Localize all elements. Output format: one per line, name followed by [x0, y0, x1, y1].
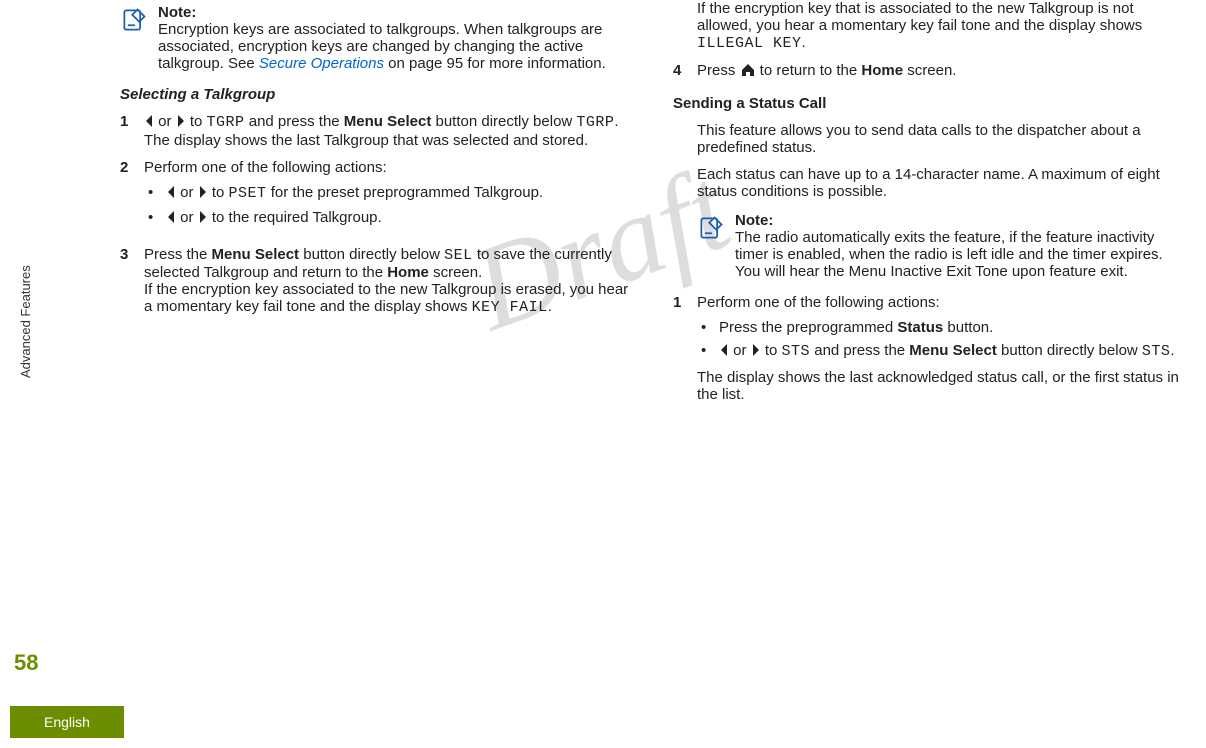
left-arrow-icon — [166, 185, 176, 203]
left-arrow-icon — [719, 343, 729, 361]
subhead-sending-status-call: Sending a Status Call — [673, 95, 1186, 112]
status-label: Status — [897, 319, 943, 336]
home-icon — [740, 63, 756, 81]
text: . — [614, 113, 618, 130]
text: Press — [697, 62, 740, 79]
text: . — [802, 34, 806, 51]
note-body: Note: The radio automatically exits the … — [735, 212, 1186, 280]
step-body: Perform one of the following actions: or… — [144, 159, 633, 236]
note-text: The radio automatically exits the featur… — [735, 229, 1163, 280]
note-text-2: on page 95 for more information. — [384, 55, 606, 72]
left-column: Note: Encryption keys are associated to … — [120, 0, 633, 688]
step-text: Perform one of the following actions: — [697, 294, 1186, 311]
step-1-status: 1 Perform one of the following actions: … — [673, 294, 1186, 403]
step-result: The display shows the last acknowledged … — [697, 369, 1186, 403]
list-item: or to the required Talkgroup. — [148, 209, 633, 228]
step-text: Perform one of the following actions: — [144, 159, 633, 176]
paragraph: Each status can have up to a 14-characte… — [697, 166, 1186, 200]
note-title: Note: — [735, 212, 773, 229]
note-block: Note: The radio automatically exits the … — [697, 212, 1186, 280]
step-number: 1 — [673, 294, 687, 403]
pset-label: PSET — [229, 185, 267, 202]
right-column: If the encryption key that is associated… — [673, 0, 1186, 688]
step-body: Press the Menu Select button directly be… — [144, 246, 633, 316]
right-arrow-icon — [198, 210, 208, 228]
home-label: Home — [861, 62, 903, 79]
illegal-key-label: ILLEGAL KEY — [697, 35, 802, 52]
right-arrow-icon — [751, 343, 761, 361]
bullet-list: or to PSET for the preset preprogrammed … — [144, 184, 633, 228]
text: screen. — [903, 62, 956, 79]
text: Press the — [144, 246, 212, 263]
text: If the encryption key associated to the … — [144, 281, 628, 315]
secure-operations-link[interactable]: Secure Operations — [259, 55, 384, 72]
text: to the required Talkgroup. — [208, 209, 382, 226]
text: to — [208, 184, 229, 201]
text: or — [176, 184, 198, 201]
menu-select-label: Menu Select — [212, 246, 300, 263]
text: or — [154, 113, 176, 130]
step-body: Press to return to the Home screen. — [697, 62, 1186, 81]
step-number: 3 — [120, 246, 134, 316]
sts-label: STS — [1142, 343, 1171, 360]
step-3: 3 Press the Menu Select button directly … — [120, 246, 633, 316]
tgrp-label: TGRP — [576, 114, 614, 131]
text: button. — [943, 319, 993, 336]
text: and press the — [810, 342, 909, 359]
step-4: 4 Press to return to the Home screen. — [673, 62, 1186, 81]
step-2: 2 Perform one of the following actions: … — [120, 159, 633, 236]
text: to return to the — [756, 62, 862, 79]
left-arrow-icon — [144, 114, 154, 132]
list-item: or to PSET for the preset preprogrammed … — [148, 184, 633, 203]
key-fail-label: KEY FAIL — [472, 299, 548, 316]
left-arrow-icon — [166, 210, 176, 228]
language-tab: English — [10, 706, 124, 738]
text: Press the preprogrammed — [719, 319, 897, 336]
text: If the encryption key that is associated… — [697, 0, 1142, 34]
text: screen. — [429, 264, 482, 281]
text: button directly below — [299, 246, 444, 263]
menu-select-label: Menu Select — [344, 113, 432, 130]
text: . — [548, 298, 552, 315]
text: or — [729, 342, 751, 359]
note-icon — [697, 214, 725, 242]
right-arrow-icon — [176, 114, 186, 132]
sel-label: SEL — [444, 247, 473, 264]
step-3-continued: If the encryption key that is associated… — [697, 0, 1186, 52]
step-body: or to TGRP and press the Menu Select but… — [144, 113, 633, 149]
note-block: Note: Encryption keys are associated to … — [120, 4, 633, 72]
home-label: Home — [387, 264, 429, 281]
page-number: 58 — [14, 650, 38, 676]
section-tab: Advanced Features — [18, 265, 33, 378]
step-number: 4 — [673, 62, 687, 81]
subhead-selecting-talkgroup: Selecting a Talkgroup — [120, 86, 633, 103]
note-body: Note: Encryption keys are associated to … — [158, 4, 633, 72]
paragraph: This feature allows you to send data cal… — [697, 122, 1186, 156]
text: to — [186, 113, 207, 130]
text: button directly below — [997, 342, 1142, 359]
sts-label: STS — [782, 343, 811, 360]
page-content: Note: Encryption keys are associated to … — [120, 0, 1186, 688]
text: to — [761, 342, 782, 359]
step-number: 1 — [120, 113, 134, 149]
list-item: or to STS and press the Menu Select butt… — [701, 342, 1186, 361]
menu-select-label: Menu Select — [909, 342, 997, 359]
right-arrow-icon — [198, 185, 208, 203]
text: and press the — [245, 113, 344, 130]
bullet-list: Press the preprogrammed Status button. o… — [697, 319, 1186, 361]
note-title: Note: — [158, 4, 196, 21]
step-body: Perform one of the following actions: Pr… — [697, 294, 1186, 403]
note-icon — [120, 6, 148, 34]
list-item: Press the preprogrammed Status button. — [701, 319, 1186, 336]
text: button directly below — [431, 113, 576, 130]
step-result: The display shows the last Talkgroup tha… — [144, 132, 633, 149]
step-number: 2 — [120, 159, 134, 236]
step-1: 1 or to TGRP and press the Menu Select b… — [120, 113, 633, 149]
text: for the preset preprogrammed Talkgroup. — [267, 184, 544, 201]
tgrp-label: TGRP — [207, 114, 245, 131]
text: or — [176, 209, 198, 226]
text: . — [1170, 342, 1174, 359]
